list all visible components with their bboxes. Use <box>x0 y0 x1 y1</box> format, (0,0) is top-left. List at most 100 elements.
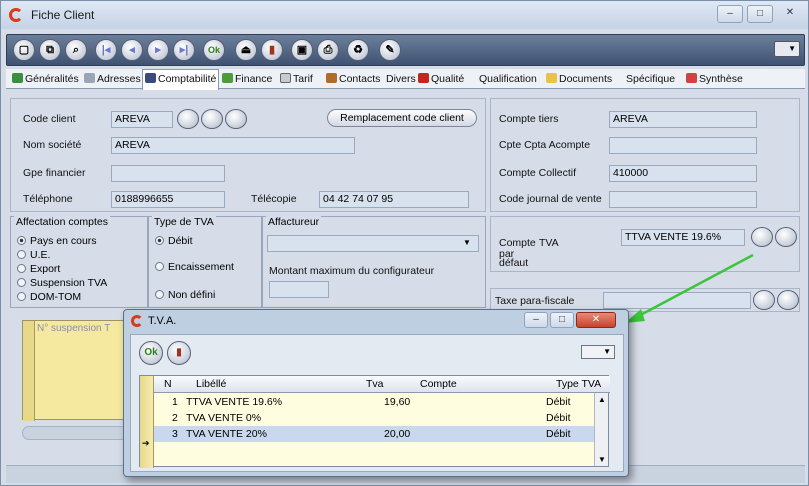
cpte-acompte-field[interactable] <box>609 137 757 154</box>
column-header-libelle[interactable]: Libéllé <box>186 376 354 393</box>
defaut-label: défaut <box>499 257 529 269</box>
dialog-maximize-button[interactable]: □ <box>550 312 574 328</box>
dialog-title: T.V.A. <box>148 315 177 327</box>
dialog-minimize-button[interactable]: ‒ <box>524 312 548 328</box>
telephone-field[interactable]: 0188996655 <box>111 191 225 208</box>
nom-societe-field[interactable]: AREVA <box>111 137 355 154</box>
radio-dom-tom[interactable]: DOM-TOM <box>17 291 81 303</box>
replace-code-button[interactable]: Remplacement code client <box>327 109 477 127</box>
tab-comptabilite[interactable]: Comptabilité <box>142 69 220 90</box>
pencil-icon[interactable] <box>777 290 799 310</box>
pencil-icon[interactable] <box>775 227 797 247</box>
montant-max-field[interactable] <box>269 281 329 298</box>
card-icon[interactable] <box>751 227 773 247</box>
dialog-close-button[interactable]: ✕ <box>576 312 616 328</box>
radio-debit[interactable]: Débit <box>155 235 193 247</box>
minimize-button[interactable]: ‒ <box>717 5 743 23</box>
exit-icon[interactable]: ⏏ <box>235 39 257 61</box>
tab-tarif[interactable]: Tarif <box>278 71 315 89</box>
finance-icon <box>222 73 233 83</box>
radio-suspension-tva[interactable]: Suspension TVA <box>17 277 107 289</box>
client-panel: Code client AREVA Remplacement code clie… <box>10 98 486 212</box>
app-logo-icon <box>9 8 23 22</box>
tree-icon[interactable] <box>201 109 223 129</box>
next-record-icon[interactable]: ▸ <box>147 39 169 61</box>
previous-record-icon[interactable]: ◂ <box>121 39 143 61</box>
last-record-icon[interactable]: ▸| <box>173 39 195 61</box>
scroll-down-icon[interactable]: ▼ <box>598 455 606 464</box>
dialog-exit-icon[interactable]: ▮ <box>167 341 191 365</box>
nom-societe-label: Nom société <box>23 139 82 151</box>
card-icon[interactable] <box>177 109 199 129</box>
gpe-financier-field[interactable] <box>111 165 225 182</box>
code-client-field[interactable]: AREVA <box>111 111 173 128</box>
close-button[interactable]: ✕ <box>777 5 803 23</box>
suspension-grid[interactable]: N° suspension T <box>22 320 132 421</box>
tab-qualification[interactable]: Qualification <box>477 71 539 89</box>
tab-label: Finance <box>235 73 273 85</box>
radio-pays-en-cours[interactable]: Pays en cours <box>17 235 97 247</box>
affactureur-select[interactable] <box>267 235 479 252</box>
tab-finance[interactable]: Finance <box>220 71 274 89</box>
tab-divers[interactable]: Divers <box>384 71 418 89</box>
preview-icon[interactable]: ▣ <box>291 39 313 61</box>
radio-export[interactable]: Export <box>17 263 60 275</box>
radio-non-defini[interactable]: Non défini <box>155 289 215 301</box>
column-header-n[interactable]: N <box>154 376 186 393</box>
cell-libelle: TVA VENTE 0% <box>186 412 262 424</box>
arrow-line <box>632 253 754 321</box>
tab-adresses[interactable]: Adresses <box>82 71 143 89</box>
chevron-down-icon[interactable]: ▼ <box>463 238 471 247</box>
delete-icon[interactable]: ♻ <box>347 39 369 61</box>
new-icon[interactable]: ▢ <box>13 39 35 61</box>
print-icon[interactable]: ⎙ <box>317 39 339 61</box>
tab-contacts[interactable]: Contacts <box>324 71 382 89</box>
horizontal-scrollbar[interactable] <box>22 426 132 440</box>
row-selector-column: ➔ <box>140 376 154 468</box>
tab-qualite[interactable]: Qualité <box>416 71 466 89</box>
ledger-icon <box>145 73 156 83</box>
radio-dot <box>155 290 164 299</box>
dialog-ok-button[interactable]: Ok <box>139 341 163 365</box>
taxe-label: Taxe para-fiscale <box>495 295 575 307</box>
ok-button[interactable]: Ok <box>203 39 225 61</box>
door-exit-icon[interactable]: ▮ <box>261 39 283 61</box>
journal-vente-field[interactable] <box>609 191 757 208</box>
tva-defaut-field[interactable]: TTVA VENTE 19.6% <box>621 229 745 246</box>
compte-collectif-field[interactable]: 410000 <box>609 165 757 182</box>
compte-tiers-field[interactable]: AREVA <box>609 111 757 128</box>
table-row-selected[interactable]: 3 TVA VENTE 20% 20,00 Débit <box>154 426 596 442</box>
scroll-up-icon[interactable]: ▲ <box>598 395 606 404</box>
price-tag-icon <box>280 73 291 83</box>
tab-documents[interactable]: Documents <box>544 71 614 89</box>
column-header-type-tva[interactable]: Type TVA <box>544 376 610 393</box>
tab-specifique[interactable]: Spécifique <box>624 71 677 89</box>
chart-icon <box>686 73 697 83</box>
radio-dot <box>17 292 26 301</box>
copy-icon[interactable]: ⧉ <box>39 39 61 61</box>
radio-ue[interactable]: U.E. <box>17 249 50 261</box>
table-row[interactable]: 1 TTVA VENTE 19.6% 19,60 Débit <box>154 394 596 410</box>
person-icon[interactable] <box>225 109 247 129</box>
maximize-button[interactable]: □ <box>747 5 773 23</box>
row-selector <box>23 321 35 421</box>
table-scrollbar[interactable]: ▲ ▼ <box>594 393 608 466</box>
first-record-icon[interactable]: |◂ <box>95 39 117 61</box>
dialog-dropdown[interactable]: ▼ <box>581 345 615 359</box>
cell-libelle: TVA VENTE 20% <box>186 428 267 440</box>
radio-encaissement[interactable]: Encaissement <box>155 261 234 273</box>
telecopie-field[interactable]: 04 42 74 07 95 <box>319 191 469 208</box>
compte-panel: Compte tiers AREVA Cpte Cpta Acompte Com… <box>490 98 800 212</box>
telephone-label: Téléphone <box>23 193 73 205</box>
search-icon[interactable]: ⌕ <box>65 39 87 61</box>
column-header-tva[interactable]: Tva <box>354 376 414 393</box>
tab-synthese[interactable]: Synthèse <box>684 71 745 89</box>
edit-icon[interactable]: ✎ <box>379 39 401 61</box>
column-header-compte[interactable]: Compte <box>414 376 544 393</box>
table-row[interactable]: 2 TVA VENTE 0% Débit <box>154 410 596 426</box>
title-bar: Fiche Client ‒ □ ✕ <box>1 1 808 29</box>
toolbar-dropdown[interactable]: ▼ <box>774 41 800 57</box>
tab-generalites[interactable]: Généralités <box>10 71 81 89</box>
app-logo-icon <box>131 315 143 327</box>
radio-label: Non défini <box>168 289 216 301</box>
